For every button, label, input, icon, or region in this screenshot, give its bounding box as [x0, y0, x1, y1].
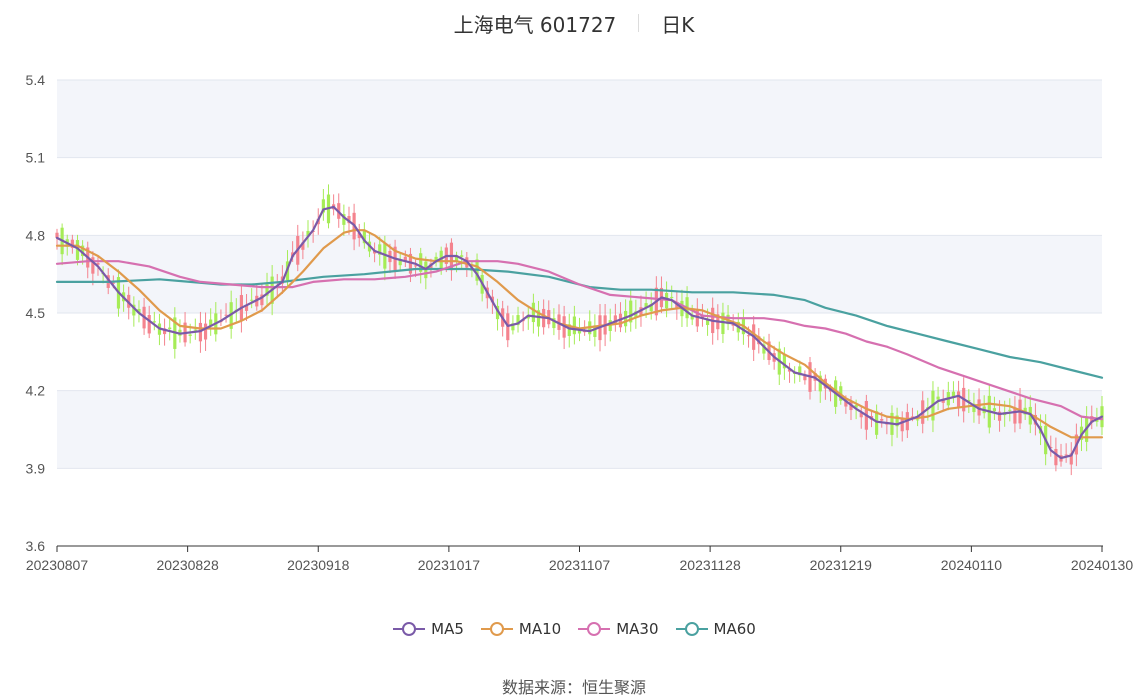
legend-item-ma30[interactable]: MA30 [577, 620, 659, 638]
background-band [57, 235, 1102, 313]
candle-body [746, 335, 751, 337]
x-tick-label: 20230828 [156, 557, 219, 573]
candle-body [193, 329, 197, 331]
y-tick-label: 3.6 [26, 538, 46, 554]
candle-body [531, 302, 535, 323]
x-tick-label: 20240130 [1071, 557, 1134, 573]
candle-body [1013, 407, 1017, 424]
candle-body [1054, 448, 1058, 466]
legend-item-ma10[interactable]: MA10 [480, 620, 561, 638]
candle-body [203, 323, 208, 340]
y-tick-label: 5.4 [26, 72, 46, 88]
candle-body [670, 296, 674, 298]
candle-body [916, 419, 920, 421]
legend-ma60-icon [675, 622, 708, 636]
candle-body [250, 299, 254, 301]
candle-body [936, 396, 940, 400]
candle-body [956, 391, 961, 408]
y-tick-label: 5.1 [26, 150, 46, 166]
candlestick-chart: 3.6 3.9 4.2 4.5 4.8 5.1 5.4 20230807 20230828 202… [26, 72, 1134, 573]
candle-body [875, 411, 879, 435]
x-tick-label: 20230807 [26, 557, 89, 573]
x-tick-label: 20231219 [810, 557, 873, 573]
legend: MA5 MA10 MA30 MA60 [0, 620, 1148, 638]
candle-body [880, 418, 884, 421]
legend-label: MA60 [713, 620, 756, 638]
x-tick-label: 20240110 [941, 557, 1002, 573]
background-band [57, 80, 1102, 158]
x-tick-label: 20231017 [418, 557, 481, 573]
candle-body [803, 375, 807, 381]
y-tick-label: 3.9 [26, 460, 46, 476]
y-tick-label: 4.8 [26, 227, 46, 243]
candle-body [572, 316, 576, 335]
candle-body [224, 314, 228, 316]
candle-body [168, 327, 172, 330]
candle-body [147, 315, 151, 334]
legend-ma5-icon [393, 622, 426, 636]
legend-ma30-icon [578, 622, 611, 636]
legend-label: MA5 [431, 620, 464, 638]
x-tick-label: 20231128 [680, 557, 741, 573]
legend-label: MA10 [518, 620, 562, 638]
background-band [57, 390, 1102, 469]
legend-label: MA30 [616, 620, 659, 638]
candle-body [992, 408, 997, 412]
y-tick-label: 4.2 [26, 383, 46, 399]
data-source: 数据来源：恒生聚源 [0, 674, 1148, 698]
legend-item-ma60[interactable]: MA60 [675, 620, 756, 638]
source-value: 恒生聚源 [582, 678, 647, 697]
candle-body [1008, 409, 1012, 411]
candle-body [460, 255, 464, 257]
x-tick-label: 20230918 [287, 557, 350, 573]
source-label: 数据来源： [501, 678, 582, 697]
legend-item-ma5[interactable]: MA5 [392, 620, 464, 638]
candle-body [188, 334, 192, 336]
x-tick-label: 20231107 [549, 557, 610, 573]
legend-ma10-icon [480, 622, 513, 636]
y-tick-label: 4.5 [26, 305, 46, 321]
candle-body [152, 321, 156, 323]
